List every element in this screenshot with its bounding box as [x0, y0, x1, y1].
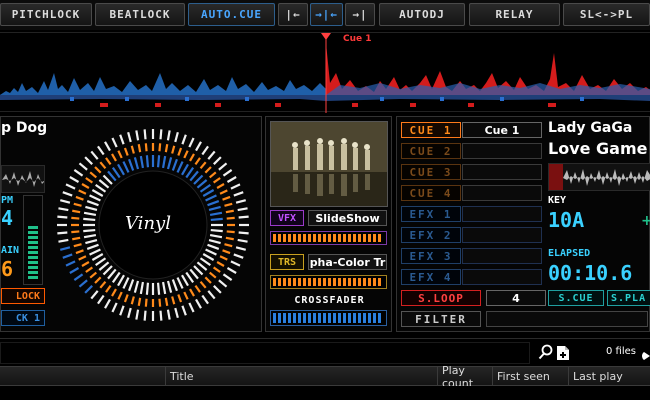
- vfx-name[interactable]: SlideShow: [308, 210, 387, 226]
- left-mini-waveform-graph: [2, 171, 44, 187]
- left-gain-label: AIN: [1, 245, 20, 256]
- browser-column-headers: Title Play count First seen Last play: [0, 364, 650, 390]
- efx-2-value[interactable]: [462, 227, 542, 243]
- elapsed-label: ELAPSED: [548, 248, 591, 259]
- efx-1-value[interactable]: [462, 206, 542, 222]
- trs-name[interactable]: pha-Color Tr: [308, 254, 387, 270]
- elapsed-value: 00:10.6: [548, 261, 633, 285]
- left-mini-waveform[interactable]: [1, 165, 45, 193]
- cue-2-value[interactable]: [462, 143, 542, 159]
- left-pitchlock-button[interactable]: LOCK: [1, 288, 45, 304]
- add-file-icon[interactable]: [556, 345, 570, 361]
- column-header-first-seen[interactable]: First seen: [492, 367, 568, 386]
- column-header-play-count[interactable]: Play count: [437, 364, 492, 390]
- sl-pl-button[interactable]: SL<->PL: [563, 3, 650, 26]
- right-mini-waveform[interactable]: [548, 163, 650, 191]
- efx-4-value[interactable]: [462, 269, 542, 285]
- sloop-value[interactable]: 4: [486, 290, 546, 306]
- cue-1-button[interactable]: CUE 1: [401, 122, 461, 138]
- browser-list[interactable]: [0, 386, 650, 400]
- right-deck: CUE 1 Cue 1 CUE 2 CUE 3 CUE 4 EFX 1 EFX …: [396, 116, 650, 332]
- filter-button[interactable]: FILTER: [401, 311, 481, 327]
- right-deck-artist: Lady GaGa: [548, 120, 633, 136]
- align-center-button[interactable]: →|←: [310, 3, 343, 26]
- waveform-overview[interactable]: Cue 1: [0, 32, 650, 113]
- left-bpm-value: 4: [1, 206, 14, 230]
- vinyl-platter[interactable]: Vinyl: [53, 125, 253, 325]
- files-count: 0 files: [606, 346, 636, 357]
- cue-3-value[interactable]: [462, 164, 542, 180]
- key-plus-icon[interactable]: +: [641, 213, 650, 229]
- beatlock-button[interactable]: BEATLOCK: [95, 3, 185, 26]
- efx-4-button[interactable]: EFX 4: [401, 269, 461, 285]
- vinyl-mode-label[interactable]: Vinyl: [125, 213, 171, 234]
- splay-button[interactable]: S.PLA: [607, 290, 650, 306]
- left-vu-bars: [28, 226, 38, 279]
- cue-1-value[interactable]: Cue 1: [462, 122, 542, 138]
- cue-3-button[interactable]: CUE 3: [401, 164, 461, 180]
- left-gain-value: 6: [1, 257, 14, 281]
- efx-3-button[interactable]: EFX 3: [401, 248, 461, 264]
- efx-2-button[interactable]: EFX 2: [401, 227, 461, 243]
- cue-2-button[interactable]: CUE 2: [401, 143, 461, 159]
- autodj-button[interactable]: AUTODJ: [379, 3, 465, 26]
- left-vu-meter: [23, 195, 43, 285]
- scue-button[interactable]: S.CUE: [548, 290, 604, 306]
- align-right-button[interactable]: →|: [345, 3, 375, 26]
- crossfader-slider[interactable]: [270, 310, 387, 326]
- center-panel: VFX SlideShow TRS pha-Color Tr CROSSFADE…: [265, 116, 392, 332]
- trs-level-segments: [273, 278, 381, 286]
- crossfader-segments: [273, 313, 381, 323]
- column-header-title[interactable]: Title: [165, 367, 437, 386]
- column-header-last-play[interactable]: Last play: [568, 367, 650, 386]
- view-icon[interactable]: [641, 347, 650, 360]
- album-art-image: [271, 122, 387, 206]
- key-value: 10A: [548, 208, 585, 232]
- efx-3-value[interactable]: [462, 248, 542, 264]
- crossfader-label: CROSSFADER: [294, 295, 365, 306]
- album-art: [270, 121, 388, 207]
- pitchlock-button[interactable]: PITCHLOCK: [0, 3, 92, 26]
- search-icon[interactable]: [538, 344, 554, 360]
- trs-button[interactable]: TRS: [270, 254, 304, 270]
- vfx-level-bar[interactable]: [270, 231, 387, 245]
- waveform-graph: [0, 33, 650, 113]
- right-mini-waveform-graph: [549, 164, 650, 190]
- filter-value[interactable]: [486, 311, 648, 327]
- right-deck-title: Love Game: [548, 139, 648, 158]
- vfx-button[interactable]: VFX: [270, 210, 304, 226]
- left-bpm-label: PM: [1, 195, 14, 206]
- key-label: KEY: [548, 195, 567, 206]
- top-toolbar: PITCHLOCK BEATLOCK AUTO.CUE |← →|← →| AU…: [0, 0, 650, 30]
- browser-search-row: 0 files: [0, 338, 650, 366]
- cue-marker-label[interactable]: Cue 1: [343, 34, 372, 44]
- left-deck-artist: p Dog: [1, 120, 48, 136]
- auto-cue-button[interactable]: AUTO.CUE: [188, 3, 275, 26]
- left-deck: p Dog PM 4 AIN 6 LOCK CK 1 Vinyl: [0, 116, 262, 332]
- efx-1-button[interactable]: EFX 1: [401, 206, 461, 222]
- relay-button[interactable]: RELAY: [469, 3, 560, 26]
- cue-4-button[interactable]: CUE 4: [401, 185, 461, 201]
- cue-4-value[interactable]: [462, 185, 542, 201]
- left-cue-button[interactable]: CK 1: [1, 310, 45, 326]
- search-input[interactable]: [0, 342, 530, 364]
- vfx-level-segments: [273, 234, 381, 242]
- align-left-button[interactable]: |←: [278, 3, 308, 26]
- sloop-button[interactable]: S.LOOP: [401, 290, 481, 306]
- trs-level-bar[interactable]: [270, 275, 387, 289]
